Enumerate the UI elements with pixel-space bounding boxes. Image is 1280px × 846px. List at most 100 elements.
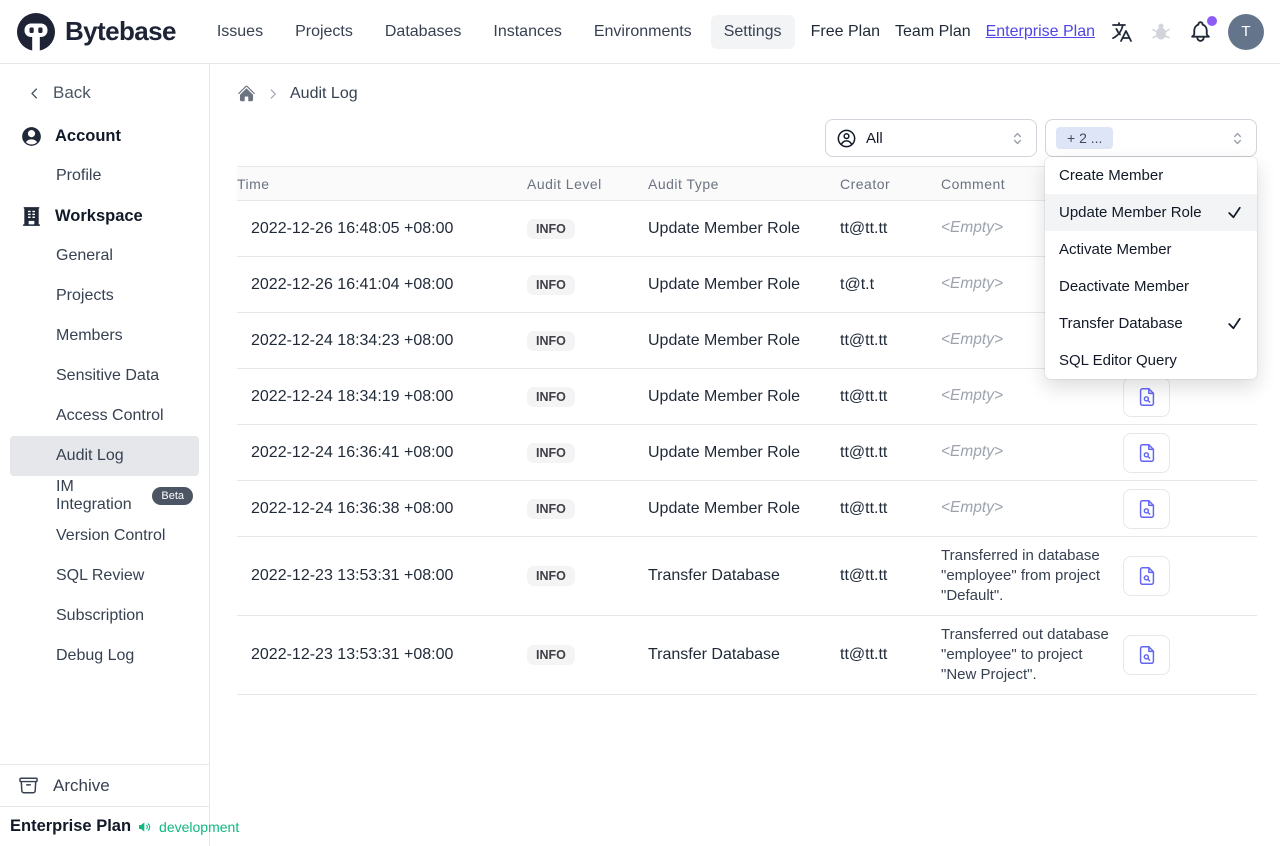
nav-item[interactable]: Issues [204,15,276,49]
column-header: Creator [840,175,891,192]
bytebase-logo[interactable]: Bytebase [16,12,176,52]
check-icon [1226,204,1243,221]
level-badge: INFO [527,330,575,351]
action-cell [1123,488,1257,529]
table-row: 2022-12-24 16:36:38 +08:00 INFO Update M… [237,481,1257,537]
user-circle-icon [20,125,43,148]
creator-cell: tt@tt.tt [840,331,888,349]
file-search-icon [1136,644,1158,666]
audit-type-filter-select[interactable]: + 2 ... [1045,119,1257,157]
audit-type-cell: Transfer Database [648,567,780,584]
archive-button[interactable]: Archive [0,764,209,806]
beta-badge: Beta [152,487,193,505]
creator-cell: tt@tt.tt [840,567,888,584]
home-icon[interactable] [237,84,256,103]
workspace-items: General Projects Members Sensitive Data … [0,236,209,676]
menu-item[interactable]: SQL Editor Query [1045,342,1257,379]
sidebar-item[interactable]: Sensitive Data [10,356,199,396]
audit-type-cell: Update Member Role [648,331,801,349]
view-payload-button[interactable] [1123,488,1170,529]
level-badge: INFO [527,566,575,586]
audit-level-cell: INFO [527,330,648,351]
page-title: Audit Log [290,84,358,102]
sidebar-item[interactable]: Profile [10,156,199,196]
comment-cell: Transferred in database "employee" from … [941,547,1101,604]
user-avatar[interactable]: T [1228,13,1264,50]
sidebar-item[interactable]: Projects [10,276,199,316]
audit-type-cell: Update Member Role [648,275,801,293]
free-plan-link[interactable]: Free Plan [811,23,880,41]
audit-type-cell: Update Member Role [648,499,801,517]
bug-report-icon[interactable] [1149,20,1173,44]
audit-level-cell: INFO [527,386,648,407]
menu-item[interactable]: Activate Member [1045,231,1257,268]
menu-item[interactable]: Deactivate Member [1045,268,1257,305]
column-header: Audit Type [648,175,719,192]
nav-item[interactable]: Environments [581,15,705,49]
bytebase-mascot-icon [16,12,56,52]
audit-type-filter-value: + 2 ... [1056,127,1114,149]
menu-item[interactable]: Create Member [1045,157,1257,194]
table-row: 2022-12-23 13:53:31 +08:00 INFO Transfer… [237,616,1257,695]
level-badge: INFO [527,386,575,407]
view-payload-button[interactable] [1123,376,1170,417]
audit-type-cell: Update Member Role [648,219,801,237]
sidebar-item[interactable]: SQL Review [10,556,199,596]
time-cell: 2022-12-23 13:53:31 +08:00 [251,646,454,663]
time-cell: 2022-12-24 18:34:19 +08:00 [251,387,454,405]
plan-footer: Enterprise Plan development [0,806,239,846]
action-cell [1123,635,1257,675]
action-cell [1123,556,1257,596]
brand-name: Bytebase [65,16,176,46]
nav-item[interactable]: Settings [710,14,795,49]
notification-bell-icon[interactable] [1188,16,1217,44]
audit-level-cell: INFO [527,442,648,463]
main-nav: Issues Projects Databases Instances Environm… [204,14,795,49]
section-title: Account [55,126,121,145]
view-payload-button[interactable] [1123,432,1170,473]
column-header: Time [237,175,270,192]
top-nav: Bytebase Issues Projects Databases Instance… [0,0,1280,64]
team-plan-link[interactable]: Team Plan [895,23,971,41]
sidebar-item[interactable]: Version Control [10,516,199,556]
sidebar-item[interactable]: Audit Log [10,436,199,476]
chevron-up-down-icon [1229,130,1246,147]
level-badge: INFO [527,442,575,463]
audit-type-cell: Update Member Role [648,443,801,461]
file-search-icon [1136,498,1158,520]
menu-item[interactable]: Update Member Role [1045,194,1257,231]
creator-cell: tt@tt.tt [840,219,888,237]
nav-item[interactable]: Databases [372,15,475,49]
action-cell [1123,376,1257,417]
menu-item[interactable]: Transfer Database [1045,305,1257,342]
sidebar-item[interactable]: Access Control [10,396,199,436]
sidebar-item[interactable]: Debug Log [10,636,199,676]
nav-item[interactable]: Projects [282,15,366,49]
nav-item[interactable]: Instances [480,15,574,49]
settings-sidebar: Back Account Profile Workspace General P… [0,64,239,846]
view-payload-button[interactable] [1123,556,1170,596]
creator-filter-select[interactable]: All [825,119,1037,157]
action-cell [1123,432,1257,473]
sidebar-item[interactable]: General [10,236,199,276]
time-cell: 2022-12-24 16:36:38 +08:00 [251,499,454,517]
breadcrumb: Audit Log [210,64,1280,103]
back-button[interactable]: Back [0,78,209,108]
chevron-right-icon [266,87,280,101]
audit-level-cell: INFO [527,498,648,519]
person-circle-icon [836,128,857,149]
level-badge: INFO [527,274,575,295]
time-cell: 2022-12-24 16:36:41 +08:00 [251,443,454,461]
enterprise-plan-link[interactable]: Enterprise Plan [986,23,1095,41]
sidebar-item[interactable]: Members [10,316,199,356]
sidebar-item[interactable]: Subscription [10,596,199,636]
level-badge: INFO [527,498,575,519]
language-translate-icon[interactable] [1110,20,1134,44]
sidebar-section-account: Account [0,116,209,156]
sidebar-item[interactable]: IM Integration Beta [10,476,199,516]
audit-type-cell: Transfer Database [648,646,780,663]
view-payload-button[interactable] [1123,635,1170,675]
chevron-up-down-icon [1009,130,1026,147]
file-search-icon [1136,565,1158,587]
back-label: Back [53,83,91,102]
